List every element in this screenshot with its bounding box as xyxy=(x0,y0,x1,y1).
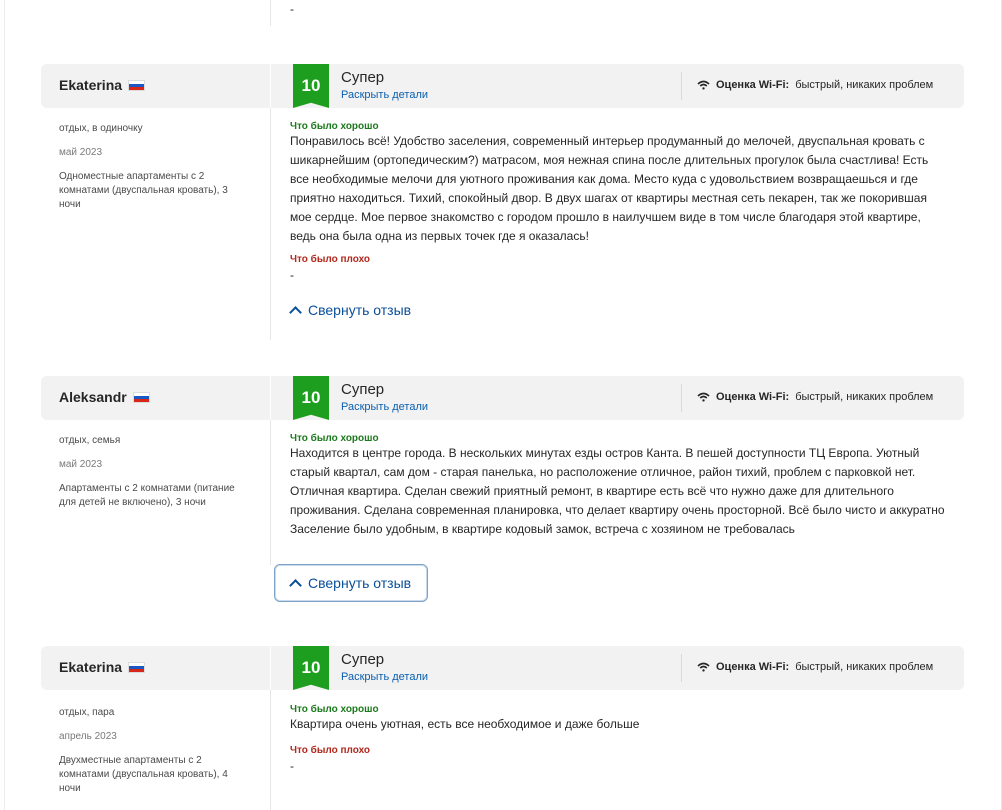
bad-text: - xyxy=(290,268,294,282)
trip-type: отдых, семья xyxy=(59,435,121,446)
wifi-label: Оценка Wi-Fi: xyxy=(716,391,790,403)
stay-date: май 2023 xyxy=(59,147,103,158)
reviewer: Ekaterina xyxy=(59,77,146,93)
reviewer-name: Ekaterina xyxy=(59,77,123,93)
column-divider xyxy=(270,0,271,26)
room-type: Апартаменты с 2 комнатами (питание для д… xyxy=(59,483,235,508)
reviewer: Ekaterina xyxy=(59,659,146,675)
collapse-review-button[interactable]: Свернуть отзыв xyxy=(289,302,412,319)
wifi-label: Оценка Wi-Fi: xyxy=(716,79,790,91)
trip-type: отдых, в одиночку xyxy=(59,123,143,134)
russia-flag-icon xyxy=(128,661,146,673)
good-label: Что было хорошо xyxy=(290,433,379,444)
stay-date: апрель 2023 xyxy=(59,731,117,742)
good-text: Понравилось всё! Удобство заселения, сов… xyxy=(290,134,929,243)
wifi-icon xyxy=(697,662,710,672)
score-verdict: Супер xyxy=(341,69,385,86)
room-type: Одноместные апартаменты с 2 комнатами (д… xyxy=(59,171,228,210)
column-divider xyxy=(270,690,271,810)
wifi-icon xyxy=(697,392,710,402)
trip-type: отдых, пара xyxy=(59,707,115,718)
wifi-rating: Оценка Wi-Fi: быстрый, никаких проблем xyxy=(697,79,933,91)
chevron-up-icon xyxy=(289,305,302,319)
good-text: Находится в центре города. В нескольких … xyxy=(290,446,945,536)
wifi-icon xyxy=(697,80,710,90)
bad-text: - xyxy=(290,759,294,773)
good-label: Что было хорошо xyxy=(290,121,379,132)
column-divider xyxy=(270,420,271,565)
score-badge: 10 xyxy=(293,646,329,690)
previous-review-bad-text: - xyxy=(290,2,294,16)
expand-details-link[interactable]: Раскрыть детали xyxy=(341,401,428,413)
score-verdict: Супер xyxy=(341,651,385,668)
chevron-up-icon xyxy=(289,578,302,592)
reviewer-name: Ekaterina xyxy=(59,659,123,675)
collapse-review-label: Свернуть отзыв xyxy=(308,302,412,318)
score-badge: 10 xyxy=(293,64,329,108)
wifi-rating: Оценка Wi-Fi: быстрый, никаких проблем xyxy=(697,391,933,403)
wifi-value: быстрый, никаких проблем xyxy=(795,391,934,403)
good-label: Что было хорошо xyxy=(290,704,379,715)
reviewer-name: Aleksandr xyxy=(59,389,127,405)
column-divider xyxy=(270,108,271,340)
room-type: Двухместные апартаменты с 2 комнатами (д… xyxy=(59,755,228,794)
collapse-review-label: Свернуть отзыв xyxy=(308,575,412,591)
expand-details-link[interactable]: Раскрыть детали xyxy=(341,671,428,683)
bad-label: Что было плохо xyxy=(290,254,371,265)
expand-details-link[interactable]: Раскрыть детали xyxy=(341,89,428,101)
wifi-rating: Оценка Wi-Fi: быстрый, никаких проблем xyxy=(697,661,933,673)
bad-label: Что было плохо xyxy=(290,745,371,756)
russia-flag-icon xyxy=(128,79,146,91)
score-badge: 10 xyxy=(293,376,329,420)
collapse-review-button[interactable]: Свернуть отзыв xyxy=(274,564,429,602)
reviewer: Aleksandr xyxy=(59,389,150,405)
score-verdict: Супер xyxy=(341,381,385,398)
stay-date: май 2023 xyxy=(59,459,103,470)
russia-flag-icon xyxy=(132,391,150,403)
wifi-value: быстрый, никаких проблем xyxy=(795,661,934,673)
wifi-value: быстрый, никаких проблем xyxy=(795,79,934,91)
good-text: Квартира очень уютная, есть все необходи… xyxy=(290,717,640,731)
wifi-label: Оценка Wi-Fi: xyxy=(716,661,790,673)
